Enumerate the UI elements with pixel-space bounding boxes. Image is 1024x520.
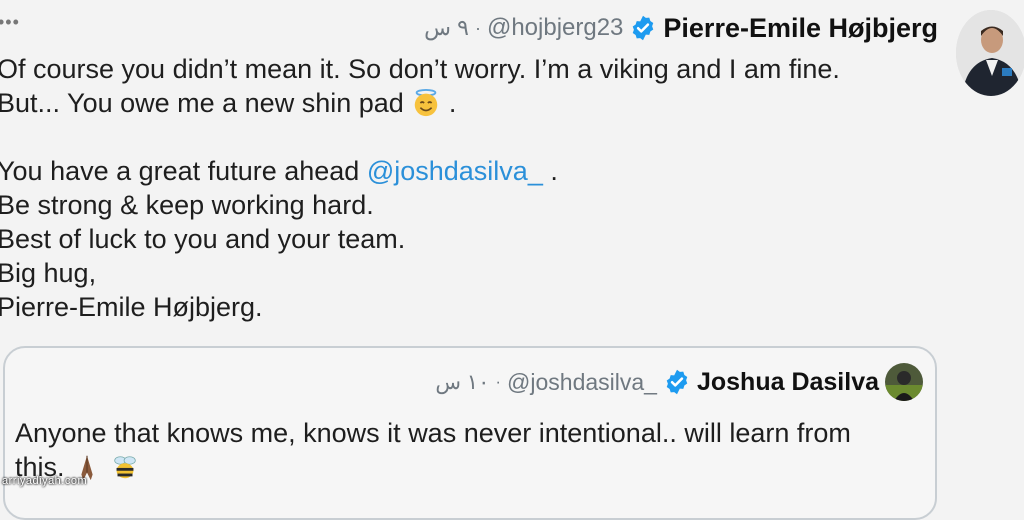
tweet-line: But... You owe me a new shin pad . xyxy=(0,86,937,120)
user-photo-icon xyxy=(956,10,1024,96)
tweet-line-text: But... You owe me a new shin pad xyxy=(0,88,404,118)
tweet-line-text: You have a great future ahead xyxy=(0,156,360,186)
tweet-line: Pierre-Emile Højbjerg. xyxy=(0,292,263,322)
quote-timestamp[interactable]: ١٠ س xyxy=(435,370,489,395)
bee-icon xyxy=(113,456,136,479)
separator-dot: · xyxy=(495,372,502,391)
quote-line: Anyone that knows me, knows it was never… xyxy=(15,418,851,448)
tweet-timestamp[interactable]: ٩ س xyxy=(424,15,469,41)
quote-author-handle[interactable]: @joshdasilva_ xyxy=(507,369,657,396)
quote-author-avatar[interactable] xyxy=(885,363,923,401)
site-watermark: arriyadiyah.com xyxy=(2,475,88,487)
quote-line: this. xyxy=(15,450,915,484)
quoted-tweet-card[interactable]: ١٠ س · @joshdasilva_ Joshua Dasilva Anyo… xyxy=(3,346,937,520)
quote-header: ١٠ س · @joshdasilva_ Joshua Dasilva xyxy=(435,362,923,402)
more-options-icon[interactable]: ••• xyxy=(0,10,34,34)
tweet-line: Best of luck to you and your team. xyxy=(0,224,406,254)
line-spacer xyxy=(0,120,937,154)
quote-text: Anyone that knows me, knows it was never… xyxy=(15,416,915,484)
tweet-line: You have a great future ahead @joshdasil… xyxy=(0,154,937,188)
author-name[interactable]: Pierre-Emile Højbjerg xyxy=(663,13,938,44)
smiling-face-with-halo-icon xyxy=(415,88,438,117)
author-avatar[interactable] xyxy=(956,10,1024,96)
tweet-line: Big hug, xyxy=(0,258,97,288)
tweet-line: Of course you didn’t mean it. So don’t w… xyxy=(0,54,840,84)
quote-author-name[interactable]: Joshua Dasilva xyxy=(697,368,879,397)
tweet-line-end: . xyxy=(550,156,558,186)
tweet-line: Be strong & keep working hard. xyxy=(0,190,374,220)
mention-link[interactable]: @joshdasilva_ xyxy=(367,156,543,186)
user-photo-icon xyxy=(885,363,923,401)
tweet-header: ٩ س · @hojbjerg23 Pierre-Emile Højbjerg xyxy=(424,8,938,48)
tweet-line-end: . xyxy=(448,88,457,118)
separator-dot: · xyxy=(474,17,481,38)
verified-badge-icon xyxy=(633,15,654,41)
author-handle[interactable]: @hojbjerg23 xyxy=(487,14,623,42)
verified-badge-icon xyxy=(666,369,688,395)
tweet-text: Of course you didn’t mean it. So don’t w… xyxy=(0,52,937,324)
